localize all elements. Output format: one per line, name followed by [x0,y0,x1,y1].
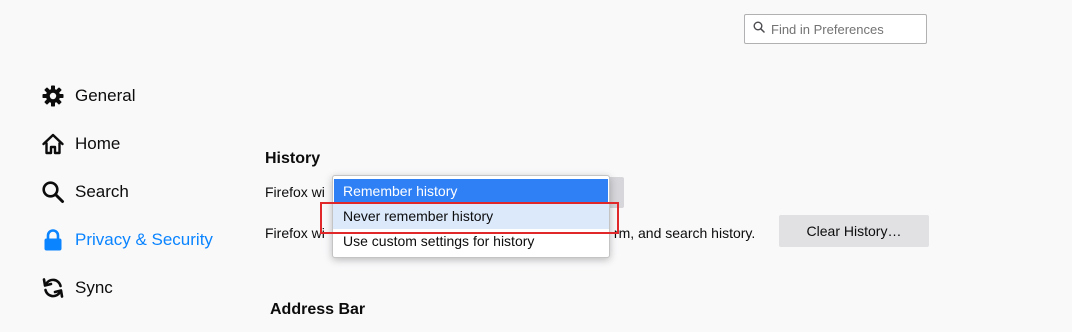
sync-icon [40,275,66,301]
find-in-preferences-search[interactable] [744,14,927,44]
sidebar-item-label: Sync [75,278,113,297]
sidebar: General Home Search Privacy & Security S… [40,72,213,312]
sidebar-item-sync[interactable]: Sync [40,264,213,312]
sidebar-item-general[interactable]: General [40,72,213,120]
sidebar-item-label: General [75,86,136,105]
search-icon [753,20,771,38]
history-mode-dropdown: Remember history Never remember history … [332,175,610,258]
gear-icon [40,83,66,109]
option-remember-history[interactable]: Remember history [334,179,608,204]
search-icon [40,179,66,205]
sidebar-item-home[interactable]: Home [40,120,213,168]
history-description-prefix: Firefox wi [265,225,325,241]
search-input[interactable] [771,21,921,37]
sidebar-item-search[interactable]: Search [40,168,213,216]
option-custom-settings[interactable]: Use custom settings for history [333,229,609,254]
history-mode-label: Firefox wi [265,184,325,200]
sidebar-item-label: Search [75,182,129,201]
option-never-remember-history[interactable]: Never remember history [333,204,609,229]
history-section-title: History [265,150,321,167]
address-bar-section-title: Address Bar [270,301,366,318]
lock-icon [40,227,66,253]
sidebar-item-label: Privacy & Security [75,230,213,249]
clear-history-button[interactable]: Clear History… [779,215,929,247]
home-icon [40,131,66,157]
sidebar-item-privacy-security[interactable]: Privacy & Security [40,216,213,264]
history-description-suffix: rm, and search history. [613,225,756,241]
sidebar-item-label: Home [75,134,121,153]
